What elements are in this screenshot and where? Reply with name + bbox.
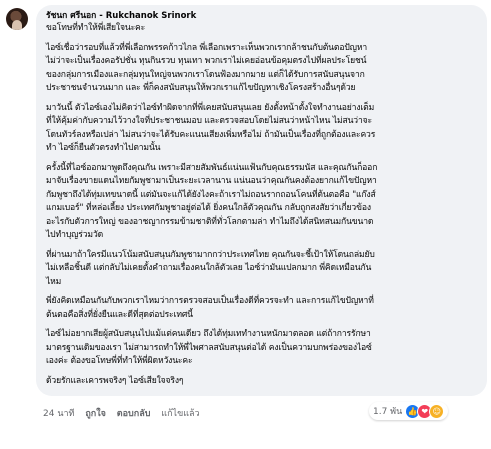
comment-line: เองค่ะ ต้องขอโทษพี่ที่ทำให้พี่ผิดหวังนะค… bbox=[46, 356, 193, 366]
comment-actions: 24 นาที ถูกใจ ตอบกลับ แก้ไขแล้ว bbox=[43, 408, 208, 420]
comment-line: ไม่ว่าจะเป็นเรื่องคอรัปชั่น ทุนกินรวบ ทุ… bbox=[46, 56, 367, 66]
comment-line: ที่ผ่านมาถ้าใครมีแนวโน้มสนับสนุนกัมพูชาม… bbox=[46, 249, 375, 260]
avatar[interactable] bbox=[6, 8, 28, 30]
comment-line: มาตรฐานเดิมของเรา ไม่สามารถทำให้พี่ไพศาล… bbox=[46, 342, 372, 353]
comment-line: อะไรกับตัวการใหญ่ ของอาชญากรรมข้ามชาติที… bbox=[46, 216, 374, 227]
comment-paragraph: ด้วยรักและเคารพจริงๆ ไอซ์เสียใจจริงๆ bbox=[46, 375, 477, 389]
comment-paragraph: ที่ผ่านมาถ้าใครมีแนวโน้มสนับสนุนกัมพูชาม… bbox=[46, 249, 477, 290]
comment-paragraph: ขอโทษที่ทำให้พี่เสียใจนะคะ bbox=[46, 22, 477, 36]
comment-paragraph: ไอซ์เชื่อว่ารอบที่แล้วที่พี่เลือกพรรคก้า… bbox=[46, 42, 477, 96]
reaction-count: 1.7 พัน bbox=[373, 407, 403, 417]
comment-line: โดนทัวร์ลงหรือเปล่า ไม่สนว่าจะได้รับคะแน… bbox=[46, 129, 376, 140]
comment-bubble: รัชนก ศรีนอก - Rukchanok Srinork ขอโทษที… bbox=[36, 5, 487, 396]
comment-line: ต้นตอคือสิ่งที่ยั่งยืนและดีที่สุดต่อประเ… bbox=[46, 309, 193, 320]
care-icon: ☺ bbox=[429, 403, 445, 419]
comment-line: ประชาชนจำนวนมาก และ พี่ก็คงสนับสนุนให้พว… bbox=[46, 83, 356, 93]
comment-paragraph: พี่ยังคิดเหมือนกันกับพวกเราไหมว่าการตรวจ… bbox=[46, 295, 477, 322]
like-button[interactable]: ถูกใจ bbox=[85, 409, 106, 419]
comment-paragraph: มาวันนี้ ตัวไอซ์เองไม่คิดว่าไอซ์ทำผิดจาก… bbox=[46, 102, 477, 156]
comment-line: ไม่เหลือชิ้นดี แต่กลับไม่เคยตั้งคำถามเรื… bbox=[46, 263, 372, 273]
comment-line: ไอซ์เชื่อว่ารอบที่แล้วที่พี่เลือกพรรคก้า… bbox=[46, 42, 368, 53]
comment-line: ที่ให้คุ้มค่ากับความไว้วางใจที่ประชาชนมอ… bbox=[46, 116, 372, 126]
comment-line: ครั้งนี้ที่ไอซ์ออกมาพูดถึงคุณกัน เพราะมี… bbox=[46, 162, 378, 173]
comment-timestamp[interactable]: 24 นาที bbox=[43, 409, 74, 419]
comment-line: กัมพูชาถึงได้ทุ่มเทขนาดนี้ แต่มันจะแก้ได… bbox=[46, 189, 376, 200]
reaction-summary[interactable]: 1.7 พัน 👍 ❤ ☺ bbox=[369, 402, 449, 420]
comment-line: ไหม bbox=[46, 276, 62, 287]
comment-line: ไปทำบุญร่วมวัด bbox=[46, 230, 104, 240]
comment-line: ทำ ไอซ์ก็ยืนตัวตรงทำไปตามนั้น bbox=[46, 143, 161, 153]
comment-line: ด้วยรักและเคารพจริงๆ ไอซ์เสียใจจริงๆ bbox=[46, 375, 184, 386]
comment-body: ขอโทษที่ทำให้พี่เสียใจนะคะไอซ์เชื่อว่ารอ… bbox=[46, 22, 477, 388]
comment-line: ขอโทษที่ทำให้พี่เสียใจนะคะ bbox=[46, 23, 146, 33]
comment-paragraph: ไอซ์ไม่อยากเสียผู้สนับสนุนไปแม้แต่คนเดีย… bbox=[46, 328, 477, 369]
comment-line: มาวันนี้ ตัวไอซ์เองไม่คิดว่าไอซ์ทำผิดจาก… bbox=[46, 102, 375, 113]
comment-line: ของกลุ่มการเมืองและกลุ่มทุนใหญ่จนพวกเราโ… bbox=[46, 69, 365, 80]
comment-line: พี่ยังคิดเหมือนกันกับพวกเราไหมว่าการตรวจ… bbox=[46, 296, 374, 306]
comment-line: ไอซ์ไม่อยากเสียผู้สนับสนุนไปแม้แต่คนเดีย… bbox=[46, 329, 371, 339]
comment-line: แกมเบอร์" ที่หล่อเลี้ยง ประเทศกัมพูชาอยู… bbox=[46, 203, 371, 213]
comment-line: มาจับเรื่องขายแดนไทยกัมพูชามาเป็นระยะเวล… bbox=[46, 176, 377, 186]
comment-author[interactable]: รัชนก ศรีนอก - Rukchanok Srinork bbox=[46, 11, 477, 22]
reply-button[interactable]: ตอบกลับ bbox=[117, 409, 151, 419]
edited-label[interactable]: แก้ไขแล้ว bbox=[161, 409, 199, 419]
comment-paragraph: ครั้งนี้ที่ไอซ์ออกมาพูดถึงคุณกัน เพราะมี… bbox=[46, 162, 477, 243]
comment-thread: รัชนก ศรีนอก - Rukchanok Srinork ขอโทษที… bbox=[0, 0, 491, 449]
